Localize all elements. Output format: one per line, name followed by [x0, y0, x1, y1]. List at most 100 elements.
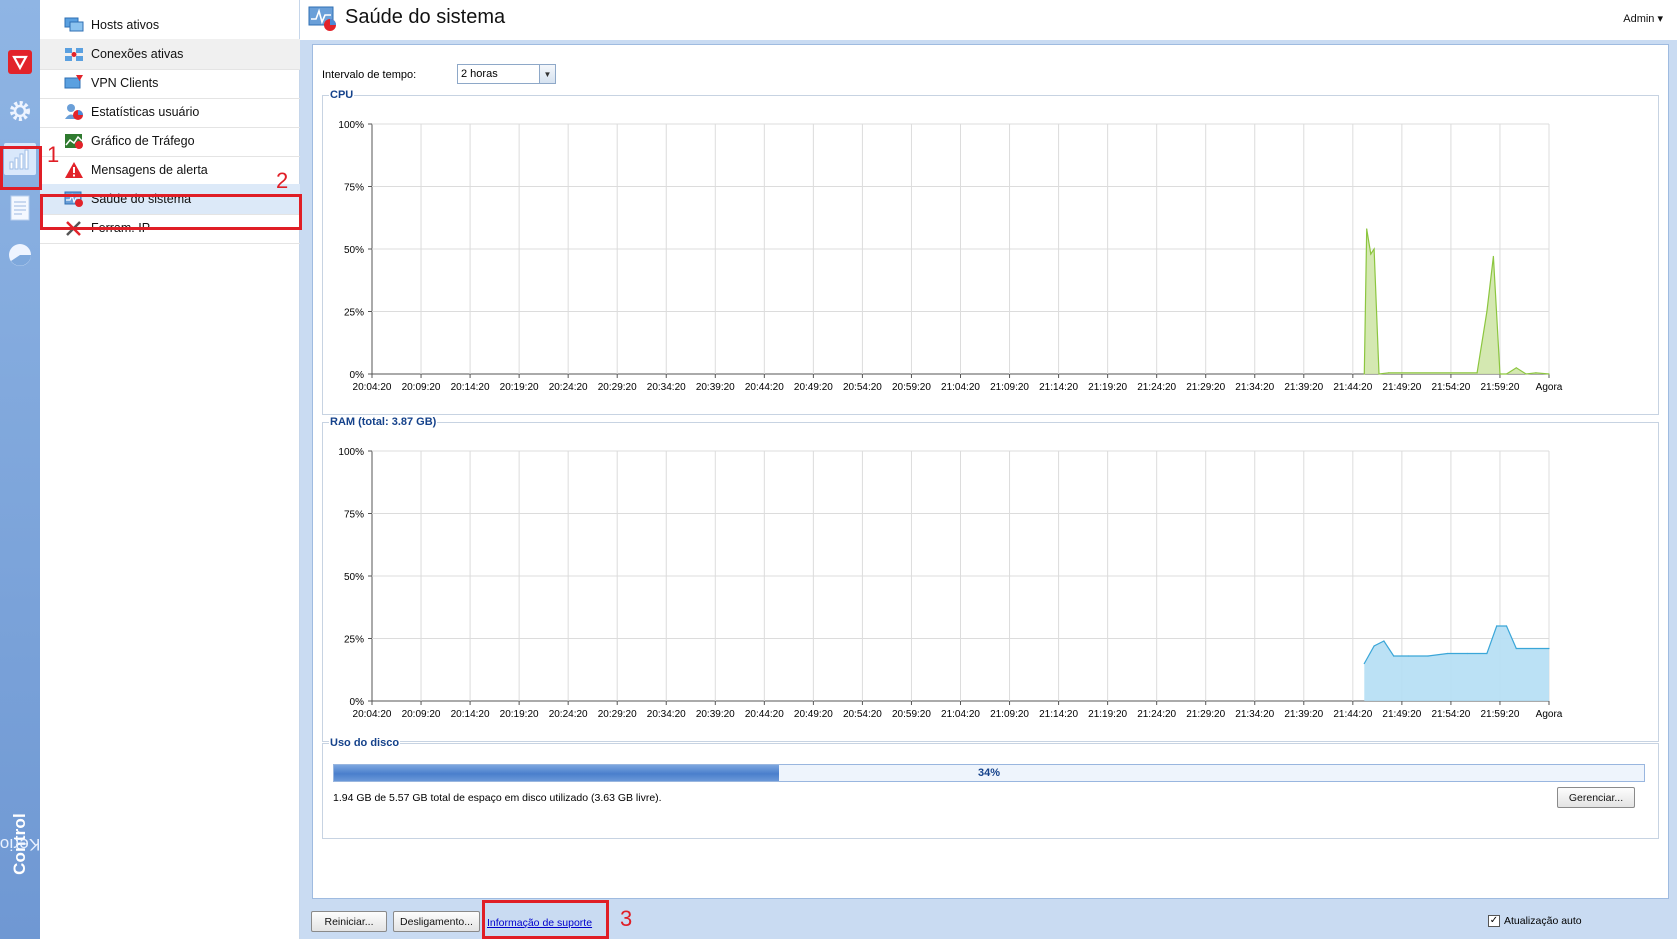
cpu-x-tick-label: 21:34:20: [1235, 382, 1274, 393]
ram-x-tick-label: Agora: [1536, 709, 1563, 720]
ram-x-tick-label: 21:39:20: [1284, 709, 1323, 720]
cpu-x-tick-label: 21:24:20: [1137, 382, 1176, 393]
cpu-x-tick-label: 21:44:20: [1333, 382, 1372, 393]
ram-y-tick-label: 0%: [350, 697, 365, 708]
cpu-y-tick-label: 50%: [344, 245, 364, 256]
cpu-data-point: [1476, 372, 1478, 374]
cpu-data-point: [1515, 367, 1517, 369]
ram-data-point: [1447, 652, 1449, 655]
page-title: Saúde do sistema: [345, 6, 506, 28]
cpu-x-tick-label: 21:14:20: [1039, 382, 1078, 393]
nav-item-estatisticas-usuario[interactable]: Estatísticas usuário: [40, 97, 300, 128]
cpu-y-tick-label: 100%: [338, 120, 364, 131]
ram-x-tick-label: 20:14:20: [451, 709, 490, 720]
cpu-x-tick-label: 21:04:20: [941, 382, 980, 393]
ram-y-tick-label: 25%: [344, 635, 364, 646]
cpu-data-point: [1366, 228, 1368, 230]
ram-data-point: [1363, 662, 1365, 665]
ram-x-tick-label: 21:59:20: [1480, 709, 1519, 720]
nav-item-conexoes-ativas[interactable]: Conexões ativas: [40, 39, 300, 70]
nav-item-label: VPN Clients: [91, 76, 159, 90]
auto-refresh-checkbox[interactable]: ✓: [1488, 915, 1500, 927]
ram-x-tick-label: 20:54:20: [843, 709, 882, 720]
page-header: Saúde do sistema Admin ▾: [300, 0, 1677, 40]
disk-summary: 1.94 GB de 5.57 GB total de espaço em di…: [333, 792, 662, 804]
cpu-data-point: [1525, 373, 1527, 375]
pie-chart-icon[interactable]: [5, 240, 35, 270]
cpu-chart: 100% 75% 50% 25% 0%20:04:20 20:09:20 20:14:20 2…: [338, 120, 1562, 393]
cpu-x-tick-label: 20:54:20: [843, 382, 882, 393]
ram-data-point: [1373, 645, 1375, 647]
cpu-data-point: [1363, 373, 1365, 375]
ram-x-tick-label: 20:49:20: [794, 709, 833, 720]
logs-icon[interactable]: [5, 193, 35, 223]
nav-item-label: Conexões ativas: [91, 47, 184, 61]
cpu-data-point: [1505, 373, 1508, 375]
cpu-x-tick-label: 20:59:20: [892, 382, 931, 393]
shutdown-button[interactable]: Desligamento...: [393, 911, 480, 932]
ram-x-tick-label: 20:04:20: [353, 709, 392, 720]
ram-x-tick-label: 20:19:20: [500, 709, 539, 720]
nav-item-grafico-trafego[interactable]: Gráfico de Tráfego: [40, 126, 300, 157]
cpu-x-tick-label: 20:09:20: [402, 382, 441, 393]
cpu-data-point: [1370, 253, 1372, 255]
kerio-shield-icon[interactable]: [5, 47, 35, 77]
ram-x-tick-label: 20:09:20: [402, 709, 441, 720]
interval-select[interactable]: 2 horas ▼: [457, 64, 556, 84]
active-hosts-icon: [64, 17, 84, 32]
cpu-area-fill: [1364, 229, 1549, 374]
cpu-y-tick-label: 0%: [350, 370, 365, 381]
ram-x-tick-label: 21:54:20: [1431, 709, 1470, 720]
cpu-y-tick-label: 25%: [344, 308, 364, 319]
chevron-down-icon[interactable]: ▼: [539, 65, 555, 83]
ram-x-tick-label: 21:44:20: [1333, 709, 1372, 720]
user-menu[interactable]: Admin ▾: [1623, 12, 1663, 25]
cpu-y-tick-label: 75%: [344, 183, 364, 194]
annotation-box-3: [482, 900, 609, 939]
nav-item-mensagens-alerta[interactable]: Mensagens de alerta: [40, 155, 300, 186]
cpu-x-tick-label: 21:59:20: [1480, 382, 1519, 393]
ram-data-point: [1466, 652, 1468, 655]
annotation-number-2: 2: [276, 168, 289, 193]
manage-disk-button[interactable]: Gerenciar...: [1557, 787, 1635, 808]
ram-x-tick-label: 20:34:20: [647, 709, 686, 720]
cpu-x-tick-label: 21:19:20: [1088, 382, 1127, 393]
ram-chart: 100% 75% 50% 25% 0%20:04:20 20:09:20 20:14:20 2…: [338, 447, 1563, 720]
ram-data-point: [1407, 655, 1409, 657]
ram-chart-box: RAM (total: 3.87 GB) 100% 75% 50% 25% 0% 20:0…: [322, 416, 1659, 742]
ram-data-point: [1505, 625, 1508, 627]
annotation-number-1: 1: [47, 142, 60, 167]
cpu-series-line: [1363, 228, 1550, 375]
cpu-data-point: [1486, 310, 1488, 313]
active-connections-icon: [65, 48, 83, 61]
status-nav: Hosts ativos Conexões ativas VPN Clients…: [40, 0, 300, 939]
kerio-control-logo: Kerio Control: [0, 813, 41, 875]
gear-icon[interactable]: [5, 96, 35, 126]
ram-y-tick-label: 100%: [338, 447, 364, 458]
interval-value: 2 horas: [461, 68, 498, 80]
ram-x-tick-label: 21:04:20: [941, 709, 980, 720]
nav-item-hosts-ativos[interactable]: Hosts ativos: [40, 10, 300, 41]
cpu-data-point: [1373, 248, 1375, 250]
nav-item-label: Estatísticas usuário: [91, 105, 200, 119]
ram-x-tick-label: 20:44:20: [745, 709, 784, 720]
cpu-data-point: [1548, 373, 1550, 375]
ram-x-tick-label: 21:09:20: [990, 709, 1029, 720]
icon-rail: Kerio Control: [0, 0, 40, 939]
ram-x-tick-label: 20:39:20: [696, 709, 735, 720]
nav-item-label: Hosts ativos: [91, 18, 160, 32]
cpu-x-tick-label: 21:09:20: [990, 382, 1029, 393]
ram-data-point: [1393, 655, 1395, 657]
ram-data-point: [1383, 640, 1385, 642]
main-area: Saúde do sistema Admin ▾ Intervalo de te…: [300, 0, 1677, 939]
ram-area-fill: [1364, 626, 1549, 701]
nav-item-vpn-clients[interactable]: VPN Clients: [40, 68, 300, 99]
cpu-x-tick-label: 20:24:20: [549, 382, 588, 393]
ram-y-tick-label: 75%: [344, 510, 364, 521]
nav-item-label: Gráfico de Tráfego: [91, 134, 195, 148]
cpu-x-tick-label: 20:44:20: [745, 382, 784, 393]
ram-x-tick-label: 21:24:20: [1137, 709, 1176, 720]
restart-button[interactable]: Reiniciar...: [311, 911, 387, 932]
ram-y-tick-label: 50%: [344, 572, 364, 583]
cpu-x-tick-label: 20:14:20: [451, 382, 490, 393]
